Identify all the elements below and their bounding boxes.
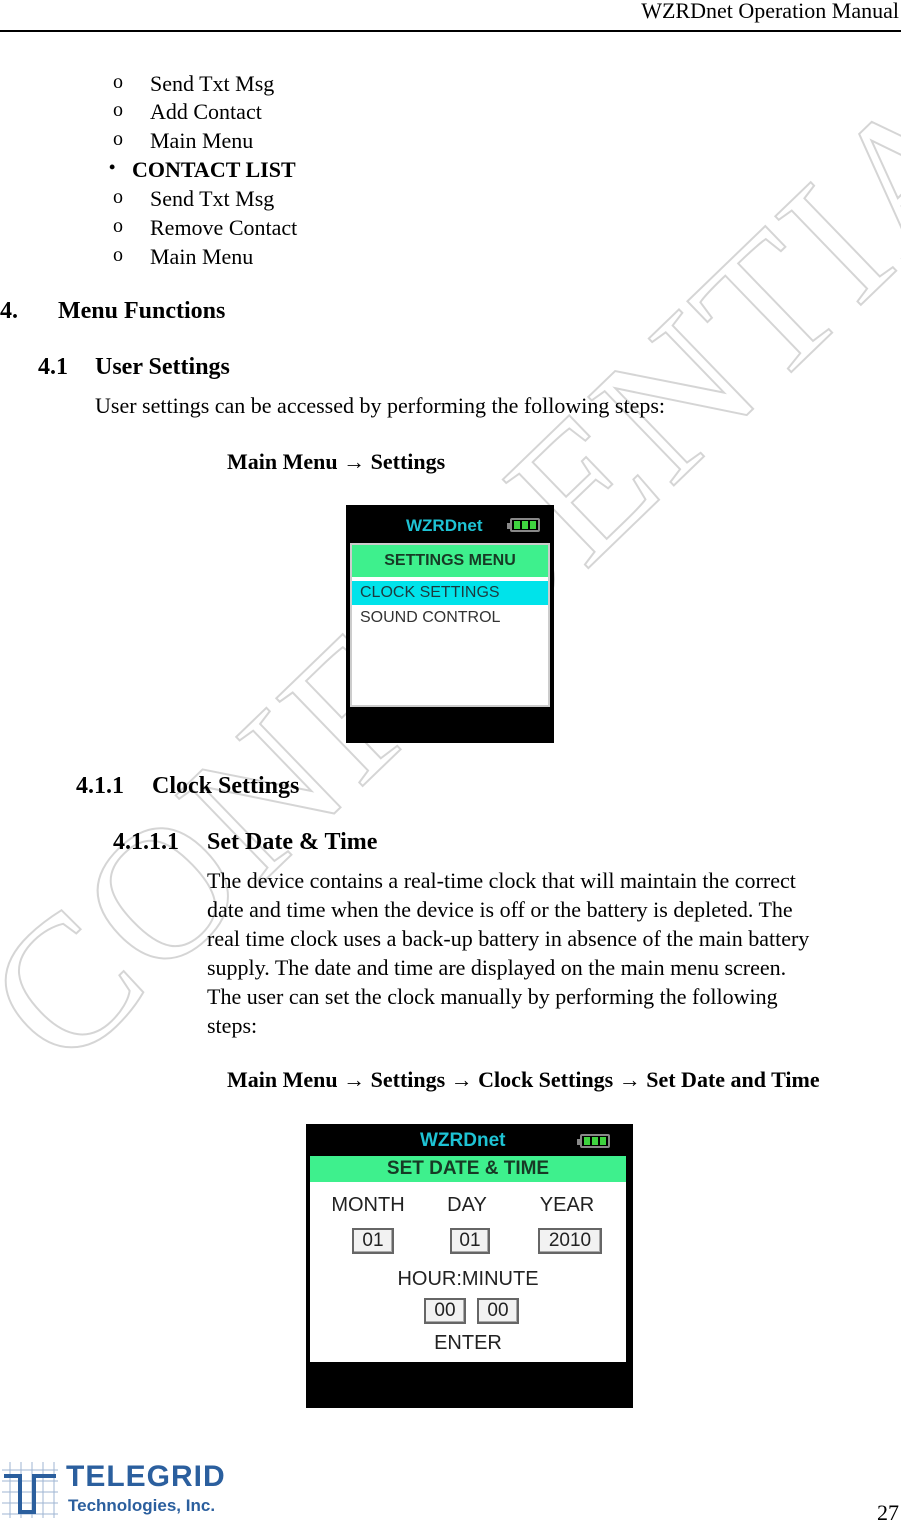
paragraph-line: The device contains a real-time clock th… bbox=[207, 868, 796, 893]
month-label: MONTH bbox=[331, 1194, 405, 1216]
device-screen-set-date-time: WZRDnet SET DATE & TIME MONTH DAY YEAR 0… bbox=[306, 1124, 633, 1408]
paragraph-line: supply. The date and time are displayed … bbox=[207, 955, 787, 980]
hour-minute-label: HOUR:MINUTE bbox=[397, 1268, 539, 1290]
logo-tagline: Technologies, Inc. bbox=[68, 1496, 216, 1515]
hour-field[interactable]: 00 bbox=[424, 1298, 466, 1324]
paragraph-line: date and time when the device is off or … bbox=[207, 897, 793, 922]
company-logo: TELEGRID Technologies, Inc. bbox=[2, 1460, 242, 1518]
menu-item-sound-control[interactable]: SOUND CONTROL bbox=[352, 605, 548, 631]
device-brand: WZRDnet bbox=[406, 516, 483, 535]
battery-icon bbox=[507, 518, 540, 532]
outline-subitem-label: Send Txt Msg bbox=[150, 71, 275, 96]
document-header-title: WZRDnet Operation Manual bbox=[641, 0, 899, 23]
month-field[interactable]: 01 bbox=[352, 1228, 394, 1254]
outline-subitem-label: Add Contact bbox=[150, 99, 262, 124]
outline-subitem: o Send Txt Msg bbox=[113, 186, 413, 214]
subsubsection-number: 4.1.1 bbox=[76, 773, 124, 799]
outline-subitem: o Send Txt Msg bbox=[113, 71, 413, 99]
subsection-intro: User settings can be accessed by perform… bbox=[95, 393, 666, 418]
subsection-heading: 4.1 User Settings bbox=[38, 354, 230, 381]
enter-button[interactable]: ENTER bbox=[418, 1332, 518, 1355]
outline-subitem: o Main Menu bbox=[113, 128, 413, 156]
section-number: 4. bbox=[0, 298, 18, 324]
outline-subitem: o Remove Contact bbox=[113, 215, 413, 243]
subsubsection-title: Clock Settings bbox=[152, 773, 300, 799]
hollow-bullet-icon: o bbox=[113, 71, 123, 93]
menu-title-bar: SETTINGS MENU bbox=[352, 545, 548, 577]
section-heading: 4. Menu Functions bbox=[0, 298, 225, 325]
subsubsection-heading: 4.1.1 Clock Settings bbox=[76, 773, 299, 800]
paragraph-title: Set Date & Time bbox=[207, 829, 378, 855]
device-panel: SET DATE & TIME MONTH DAY YEAR 01 01 201… bbox=[310, 1156, 626, 1362]
section-title: Menu Functions bbox=[58, 298, 226, 324]
subsection-title: User Settings bbox=[95, 354, 230, 380]
menu-item-clock-settings[interactable]: CLOCK SETTINGS bbox=[352, 581, 548, 605]
outline-subitem-label: Remove Contact bbox=[150, 215, 298, 240]
hollow-bullet-icon: o bbox=[113, 186, 123, 208]
device-screen-settings-menu: WZRDnet SETTINGS MENU CLOCK SETTINGS SOU… bbox=[346, 505, 554, 743]
year-field[interactable]: 2010 bbox=[538, 1228, 602, 1254]
paragraph-line: steps: bbox=[207, 1013, 258, 1038]
page-number: 27 bbox=[877, 1500, 899, 1525]
solid-bullet-icon: • bbox=[109, 157, 116, 177]
telegrid-grid-icon bbox=[2, 1462, 58, 1518]
paragraph-body: The device contains a real-time clock th… bbox=[207, 866, 809, 1040]
navigation-path: Main Menu → Settings → Clock Settings → … bbox=[227, 1067, 820, 1092]
hollow-bullet-icon: o bbox=[113, 99, 123, 121]
logo-name: TELEGRID bbox=[66, 1460, 226, 1493]
outline-subitem: o Main Menu bbox=[113, 244, 413, 272]
day-label: DAY bbox=[447, 1194, 487, 1216]
subsection-number: 4.1 bbox=[38, 354, 68, 380]
outline-subitem-label: Main Menu bbox=[150, 244, 254, 269]
outline-item-contact-list: • CONTACT LIST bbox=[109, 157, 409, 185]
device-brand: WZRDnet bbox=[420, 1130, 506, 1151]
hollow-bullet-icon: o bbox=[113, 128, 123, 150]
paragraph-heading: 4.1.1.1 Set Date & Time bbox=[113, 829, 377, 856]
battery-icon bbox=[577, 1134, 610, 1148]
paragraph-line: The user can set the clock manually by p… bbox=[207, 984, 778, 1009]
outline-subitem-label: Send Txt Msg bbox=[150, 186, 275, 211]
hollow-bullet-icon: o bbox=[113, 244, 123, 266]
year-label: YEAR bbox=[539, 1194, 595, 1216]
day-field[interactable]: 01 bbox=[450, 1228, 490, 1254]
outline-item-label: CONTACT LIST bbox=[132, 157, 296, 182]
paragraph-number: 4.1.1.1 bbox=[113, 829, 179, 855]
navigation-path: Main Menu → Settings bbox=[227, 449, 446, 474]
screen-title-bar: SET DATE & TIME bbox=[310, 1156, 626, 1182]
device-panel: SETTINGS MENU CLOCK SETTINGS SOUND CONTR… bbox=[350, 543, 550, 707]
outline-subitem-label: Main Menu bbox=[150, 128, 254, 153]
outline-subitem: o Add Contact bbox=[113, 99, 413, 127]
minute-field[interactable]: 00 bbox=[477, 1298, 519, 1324]
hollow-bullet-icon: o bbox=[113, 215, 123, 237]
paragraph-line: real time clock uses a back-up battery i… bbox=[207, 926, 810, 951]
header-rule bbox=[0, 30, 901, 32]
